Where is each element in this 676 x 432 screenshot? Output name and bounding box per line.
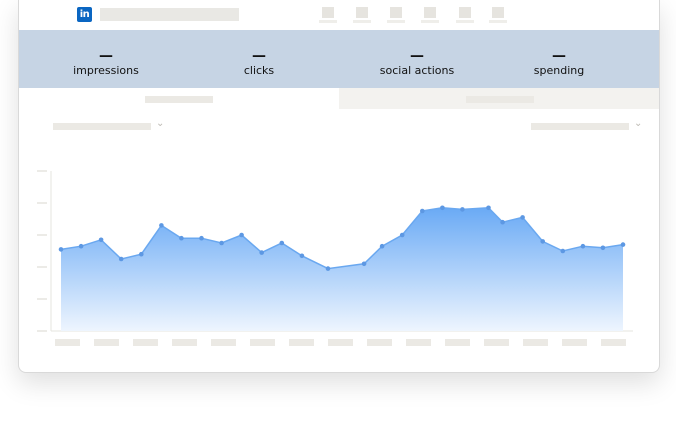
data-point — [159, 223, 164, 228]
x-tick-label-placeholder — [133, 339, 158, 346]
data-point — [325, 266, 331, 271]
x-tick-label-placeholder — [211, 339, 236, 346]
data-point — [580, 243, 586, 249]
data-point — [520, 215, 525, 220]
linkedin-logo-icon[interactable]: in — [77, 7, 92, 22]
page-title-placeholder — [100, 8, 239, 21]
data-point — [219, 240, 224, 246]
data-point — [379, 243, 385, 249]
data-point — [600, 245, 606, 251]
x-tick-label-placeholder — [445, 339, 470, 346]
metric-label: clicks — [243, 64, 275, 77]
x-tick-label-placeholder — [289, 339, 314, 346]
engagement-area-chart — [37, 170, 633, 346]
nav-icon-6[interactable] — [489, 7, 507, 23]
tab-right[interactable] — [339, 88, 659, 109]
chevron-down-icon: ⌄ — [156, 118, 165, 129]
nav-icon-2[interactable] — [353, 7, 371, 23]
right-dropdown[interactable]: ⌄ — [531, 118, 647, 131]
dropdown-label-placeholder — [53, 123, 151, 130]
data-point — [239, 232, 244, 238]
data-point — [58, 247, 64, 252]
metric-label: spending — [533, 64, 585, 77]
metric-value: — — [552, 48, 566, 64]
data-point — [118, 256, 124, 262]
metric-value: — — [252, 48, 266, 64]
data-point — [540, 239, 545, 244]
left-dropdown[interactable]: ⌄ — [53, 118, 169, 131]
x-tick-label-placeholder — [406, 339, 431, 346]
data-point — [139, 251, 144, 257]
data-point — [560, 248, 566, 254]
data-point — [259, 250, 264, 255]
x-tick-label-placeholder — [601, 339, 626, 346]
x-tick-label-placeholder — [562, 339, 587, 346]
series-area — [61, 207, 623, 331]
metric-value: — — [410, 48, 424, 64]
x-tick-label-placeholder — [328, 339, 353, 346]
x-tick-label-placeholder — [172, 339, 197, 346]
metric-spending[interactable]: — spending — [499, 30, 619, 88]
data-point — [179, 235, 184, 241]
metric-clicks[interactable]: — clicks — [199, 30, 319, 88]
data-point — [78, 243, 84, 249]
nav-icon-5[interactable] — [456, 7, 474, 23]
data-point — [361, 261, 367, 267]
data-point — [299, 253, 305, 259]
data-point — [440, 205, 445, 211]
nav-icon-3[interactable] — [387, 7, 405, 23]
tab-left[interactable] — [19, 88, 339, 109]
x-tick-label-placeholder — [250, 339, 275, 346]
nav-icon-1[interactable] — [319, 7, 337, 23]
x-tick-label-placeholder — [55, 339, 80, 346]
data-point — [620, 242, 626, 247]
data-point — [98, 237, 104, 243]
x-tick-label-placeholder — [94, 339, 119, 346]
data-point — [399, 232, 405, 238]
metric-value: — — [99, 48, 113, 64]
tab-label-placeholder — [145, 96, 213, 103]
data-point — [420, 208, 425, 214]
data-point — [199, 235, 204, 241]
metric-social-actions[interactable]: — social actions — [357, 30, 477, 88]
metric-label: impressions — [73, 64, 139, 77]
app-window: in — impressions — clicks — social actio… — [18, 0, 660, 373]
tab-label-placeholder — [466, 96, 534, 103]
metric-label: social actions — [379, 64, 455, 77]
x-tick-label-placeholder — [523, 339, 548, 346]
nav-icon-4[interactable] — [421, 7, 439, 23]
data-point — [279, 240, 285, 246]
x-tick-label-placeholder — [367, 339, 392, 346]
data-point — [486, 205, 491, 211]
data-point — [500, 219, 505, 225]
chevron-down-icon: ⌄ — [634, 118, 643, 129]
metrics-bar: — impressions — clicks — social actions … — [19, 30, 659, 88]
metric-impressions[interactable]: — impressions — [46, 30, 166, 88]
x-tick-label-placeholder — [484, 339, 509, 346]
dropdown-label-placeholder — [531, 123, 629, 130]
data-point — [460, 207, 465, 212]
